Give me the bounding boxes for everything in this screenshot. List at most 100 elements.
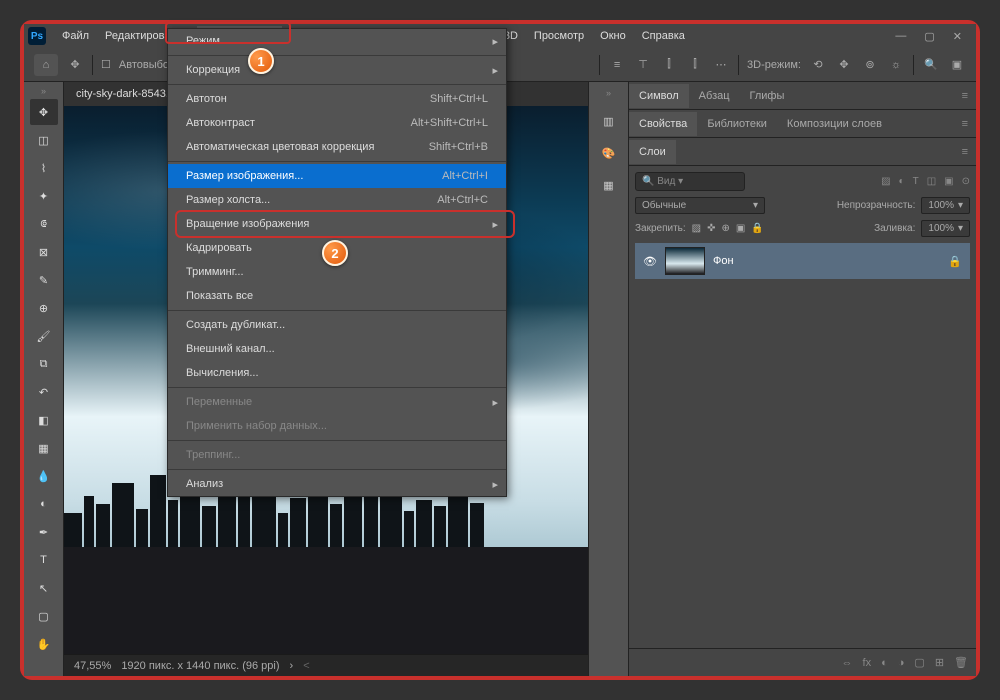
brush-tool[interactable]: 🖌 bbox=[30, 323, 58, 349]
shape-tool[interactable]: ▢ bbox=[30, 603, 58, 629]
chevron-right-icon: ▸ bbox=[492, 396, 498, 409]
pan-icon[interactable]: ✥ bbox=[835, 58, 853, 71]
tab-libraries[interactable]: Библиотеки bbox=[697, 112, 777, 136]
mask-icon[interactable]: ◐ bbox=[881, 657, 888, 669]
color-icon[interactable]: ▦ bbox=[598, 176, 620, 194]
filter-toggle-icon[interactable]: ⊙ bbox=[962, 176, 970, 187]
tools-panel: » ✥ ◫ ⌇ ✦ ⟃ ⊠ ✎ ⊕ 🖌 ⧉ ↶ ◧ ▦ 💧 ◐ ✒ T ↖ ▢ … bbox=[24, 82, 64, 676]
menu-item[interactable]: Вычисления... bbox=[168, 361, 506, 385]
menu-item[interactable]: Вращение изображения▸ bbox=[168, 212, 506, 236]
visibility-icon[interactable]: 👁 bbox=[643, 255, 657, 268]
menu-item[interactable]: Создать дубликат... bbox=[168, 313, 506, 337]
light-icon[interactable]: ☼ bbox=[887, 59, 905, 71]
panel-menu-icon[interactable]: ≡ bbox=[962, 90, 976, 102]
blend-mode[interactable]: Обычные▾ bbox=[635, 197, 765, 214]
eyedropper-tool[interactable]: ✎ bbox=[30, 267, 58, 293]
navigator-icon[interactable]: ▥ bbox=[598, 112, 620, 130]
marquee-tool[interactable]: ◫ bbox=[30, 127, 58, 153]
menu-item[interactable]: Режим▸ bbox=[168, 29, 506, 53]
newlayer-icon[interactable]: ⊞ bbox=[935, 656, 944, 669]
close-icon[interactable]: ✕ bbox=[953, 30, 962, 43]
menubar-item-окно[interactable]: Окно bbox=[592, 26, 634, 46]
menu-item[interactable]: Внешний канал... bbox=[168, 337, 506, 361]
filter-smart-icon[interactable]: ▣ bbox=[944, 176, 953, 187]
menu-item[interactable]: Размер холста...Alt+Ctrl+C bbox=[168, 188, 506, 212]
move-tool[interactable]: ✥ bbox=[30, 99, 58, 125]
menu-item[interactable]: Анализ▸ bbox=[168, 472, 506, 496]
lock-nested-icon[interactable]: ▣ bbox=[736, 223, 745, 234]
menubar-item-просмотр[interactable]: Просмотр bbox=[526, 26, 592, 46]
tab-paragraph[interactable]: Абзац bbox=[689, 84, 740, 108]
lock-artboard-icon[interactable]: ⊕ bbox=[722, 223, 730, 234]
tab-layercomps[interactable]: Композиции слоев bbox=[777, 112, 892, 136]
zoom-icon[interactable]: ⊚ bbox=[861, 58, 879, 71]
layer-filter[interactable]: 🔍 Вид ▾ bbox=[635, 172, 745, 191]
menu-item[interactable]: Автоматическая цветовая коррекцияShift+C… bbox=[168, 135, 506, 159]
chevron-right-icon[interactable]: › bbox=[290, 660, 294, 672]
panel-group-1: Символ Абзац Глифы ≡ bbox=[629, 82, 976, 110]
blur-tool[interactable]: 💧 bbox=[30, 463, 58, 489]
callout-badge-2: 2 bbox=[322, 240, 348, 266]
maximize-icon[interactable]: ▢ bbox=[924, 30, 934, 43]
path-tool[interactable]: ↖ bbox=[30, 575, 58, 601]
dodge-tool[interactable]: ◐ bbox=[30, 491, 58, 517]
filter-pixel-icon[interactable]: ▨ bbox=[881, 176, 890, 187]
opacity-label: Непрозрачность: bbox=[837, 200, 916, 211]
align-icon[interactable]: ≡ bbox=[608, 59, 626, 71]
menubar-item-справка[interactable]: Справка bbox=[634, 26, 693, 46]
opacity-value[interactable]: 100% ▾ bbox=[921, 197, 970, 214]
frame-tool[interactable]: ⊠ bbox=[30, 239, 58, 265]
move-tool-icon[interactable]: ✥ bbox=[66, 58, 84, 71]
group-icon[interactable]: ▢ bbox=[914, 656, 924, 669]
history-brush-tool[interactable]: ↶ bbox=[30, 379, 58, 405]
tab-layers[interactable]: Слои bbox=[629, 140, 676, 164]
link-icon[interactable]: ⇔ bbox=[842, 657, 853, 669]
menu-item[interactable]: АвтоконтрастAlt+Shift+Ctrl+L bbox=[168, 111, 506, 135]
swatches-icon[interactable]: 🎨 bbox=[598, 144, 620, 162]
layers-footer: ⇔ fx ◐ ◑ ▢ ⊞ 🗑 bbox=[629, 648, 976, 676]
screen-icon[interactable]: ▣ bbox=[948, 58, 966, 71]
tab-glyphs[interactable]: Глифы bbox=[740, 84, 795, 108]
trash-icon[interactable]: 🗑 bbox=[954, 656, 968, 669]
home-button[interactable]: ⌂ bbox=[34, 54, 58, 76]
lasso-tool[interactable]: ⌇ bbox=[30, 155, 58, 181]
filter-adjust-icon[interactable]: ◐ bbox=[899, 176, 905, 187]
align-icon[interactable]: ⊤ bbox=[634, 58, 652, 71]
align-icon[interactable]: ⫿ bbox=[686, 58, 704, 71]
layer-row[interactable]: 👁 Фон 🔒 bbox=[635, 243, 970, 279]
search-icon[interactable]: 🔍 bbox=[922, 58, 940, 71]
eraser-tool[interactable]: ◧ bbox=[30, 407, 58, 433]
stamp-tool[interactable]: ⧉ bbox=[30, 351, 58, 377]
menu-item[interactable]: Коррекция▸ bbox=[168, 58, 506, 82]
panels-area: Символ Абзац Глифы ≡ Свойства Библиотеки… bbox=[628, 82, 976, 676]
fx-icon[interactable]: fx bbox=[863, 657, 872, 669]
panel-menu-icon[interactable]: ≡ bbox=[962, 118, 976, 130]
filter-type-icon[interactable]: T bbox=[913, 176, 919, 187]
more-icon[interactable]: ⋯ bbox=[712, 58, 730, 71]
adjust-icon[interactable]: ◑ bbox=[898, 657, 905, 669]
fill-value[interactable]: 100% ▾ bbox=[921, 220, 970, 237]
gradient-tool[interactable]: ▦ bbox=[30, 435, 58, 461]
hand-tool[interactable]: ✋ bbox=[30, 631, 58, 657]
menu-item[interactable]: АвтотонShift+Ctrl+L bbox=[168, 87, 506, 111]
tab-character[interactable]: Символ bbox=[629, 84, 689, 108]
zoom-value[interactable]: 47,55% bbox=[74, 660, 111, 672]
menubar-item-файл[interactable]: Файл bbox=[54, 26, 97, 46]
panel-menu-icon[interactable]: ≡ bbox=[962, 146, 976, 158]
heal-tool[interactable]: ⊕ bbox=[30, 295, 58, 321]
tab-properties[interactable]: Свойства bbox=[629, 112, 697, 136]
type-tool[interactable]: T bbox=[30, 547, 58, 573]
menu-item[interactable]: Показать все bbox=[168, 284, 506, 308]
filter-shape-icon[interactable]: ◫ bbox=[927, 176, 936, 187]
lock-position-icon[interactable]: ✜ bbox=[707, 223, 715, 234]
lock-pixels-icon[interactable]: ▨ bbox=[692, 223, 701, 234]
orbit-icon[interactable]: ⟲ bbox=[809, 58, 827, 71]
menu-item[interactable]: Размер изображения...Alt+Ctrl+I bbox=[168, 164, 506, 188]
pen-tool[interactable]: ✒ bbox=[30, 519, 58, 545]
lock-icon[interactable]: 🔒 bbox=[948, 255, 962, 268]
crop-tool[interactable]: ⟃ bbox=[30, 211, 58, 237]
align-icon[interactable]: ⫿ bbox=[660, 58, 678, 71]
wand-tool[interactable]: ✦ bbox=[30, 183, 58, 209]
lock-all-icon[interactable]: 🔒 bbox=[751, 223, 763, 234]
minimize-icon[interactable]: — bbox=[895, 30, 906, 43]
